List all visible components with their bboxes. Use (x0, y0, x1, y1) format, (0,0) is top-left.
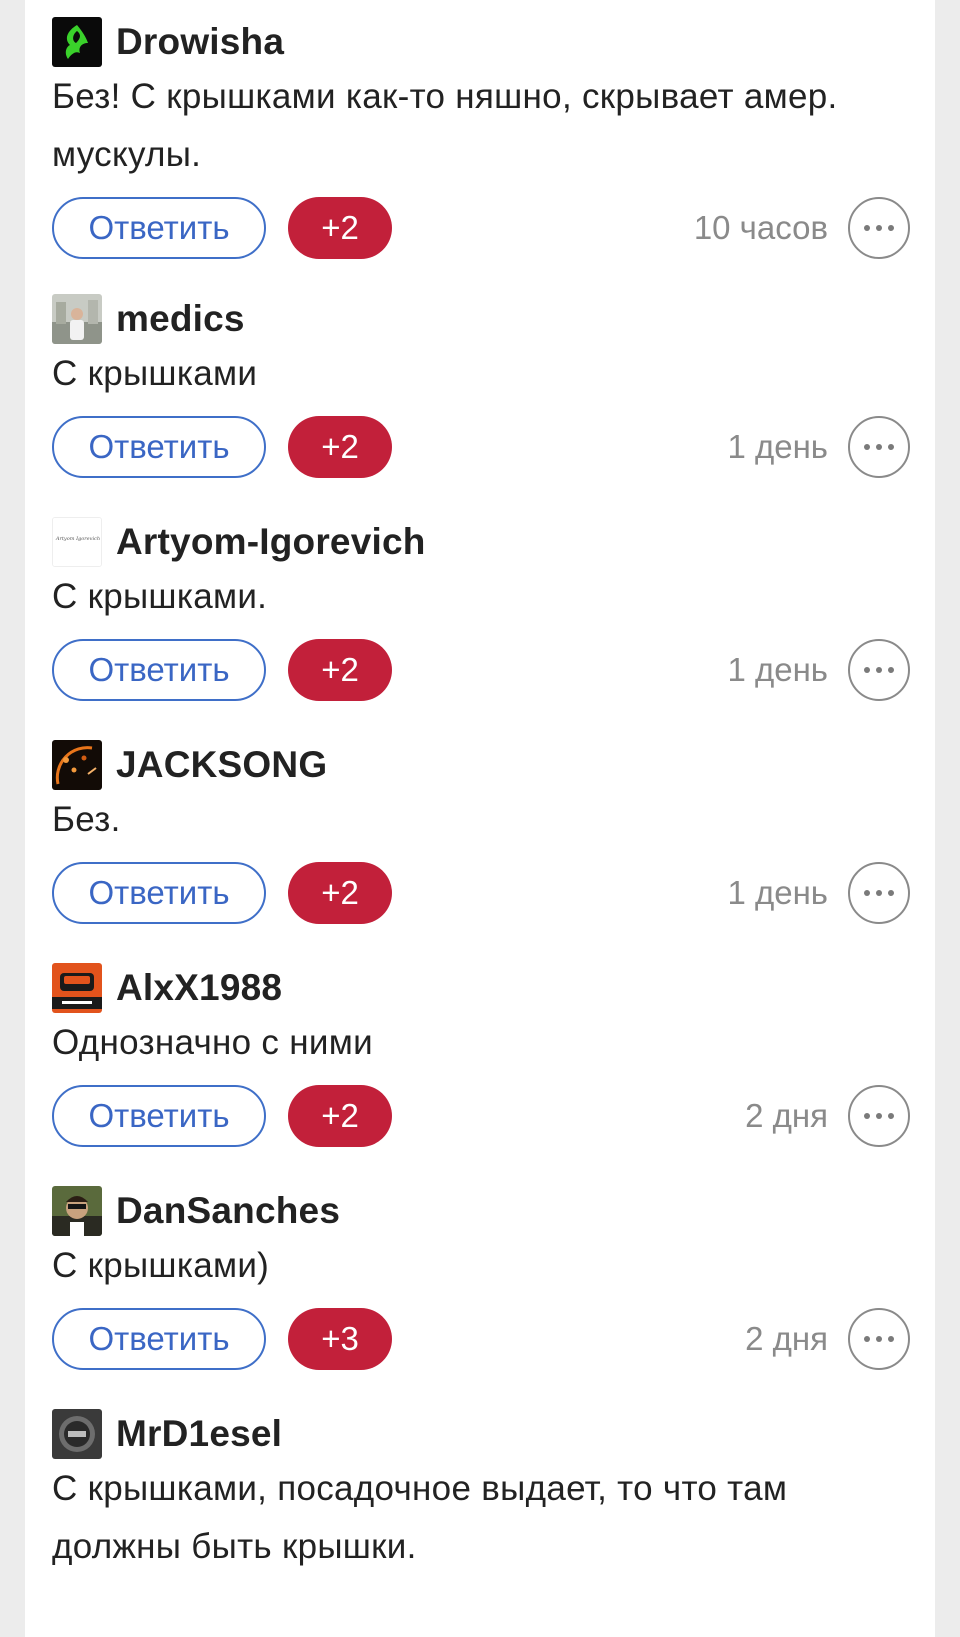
comment-item: AlxX1988 Однозначно с ними Ответить +2 2… (25, 962, 935, 1148)
comment-text: Однозначно с ними (52, 1023, 373, 1062)
comment-header: MrD1esel (52, 1408, 910, 1460)
comment-text: Без! С крышками как-то няшно, скрывает а… (52, 77, 838, 174)
comment-text: С крышками) (52, 1246, 270, 1285)
username[interactable]: DanSanches (116, 1190, 340, 1232)
comment-actions: Ответить +2 1 день (52, 638, 910, 702)
more-horizontal-icon[interactable] (848, 416, 910, 478)
person-photo-avatar[interactable] (52, 1186, 102, 1236)
more-horizontal-icon[interactable] (848, 197, 910, 259)
comment-header: Drowisha (52, 16, 910, 68)
comment-actions: Ответить +2 10 часов (52, 196, 910, 260)
more-horizontal-icon[interactable] (848, 862, 910, 924)
comment-actions: Ответить +2 2 дня (52, 1084, 910, 1148)
razer-logo-avatar[interactable] (52, 17, 102, 67)
comment-time: 1 день (727, 428, 828, 465)
comment-item: Drowisha Без! С крышками как-то няшно, с… (25, 16, 935, 260)
comment-text: С крышками (52, 354, 258, 393)
comment-header: DanSanches (52, 1185, 910, 1237)
comment-item: DanSanches С крышками) Ответить +3 2 дня (25, 1185, 935, 1371)
svg-text:Artyom Igorevich: Artyom Igorevich (55, 536, 100, 542)
score-badge[interactable]: +2 (288, 197, 392, 259)
comments-list: Drowisha Без! С крышками как-то няшно, с… (25, 0, 935, 1637)
score-badge[interactable]: +2 (288, 1085, 392, 1147)
comment-item: Artyom Igorevich Artyom-Igorevich С крыш… (25, 516, 935, 702)
comment-actions: Ответить +2 1 день (52, 415, 910, 479)
username[interactable]: Drowisha (116, 21, 284, 63)
comment-text: Без. (52, 800, 121, 839)
username[interactable]: JACKSONG (116, 744, 327, 786)
gauge-avatar[interactable] (52, 740, 102, 790)
score-badge[interactable]: +3 (288, 1308, 392, 1370)
comment-header: medics (52, 293, 910, 345)
more-horizontal-icon[interactable] (848, 1085, 910, 1147)
comment-item: MrD1esel С крышками, посадочное выдает, … (25, 1408, 935, 1576)
comment-time: 10 часов (693, 209, 828, 246)
more-horizontal-icon[interactable] (848, 1308, 910, 1370)
reply-button[interactable]: Ответить (52, 1085, 266, 1147)
comment-header: Artyom Igorevich Artyom-Igorevich (52, 516, 910, 568)
comment-header: JACKSONG (52, 739, 910, 791)
reply-button[interactable]: Ответить (52, 416, 266, 478)
more-horizontal-icon[interactable] (848, 639, 910, 701)
score-badge[interactable]: +2 (288, 416, 392, 478)
comment-text: С крышками. (52, 577, 268, 616)
comment-time: 2 дня (745, 1097, 828, 1134)
photo-avatar[interactable] (52, 294, 102, 344)
username[interactable]: medics (116, 298, 245, 340)
reply-button[interactable]: Ответить (52, 197, 266, 259)
signature-avatar[interactable]: Artyom Igorevich (52, 517, 102, 567)
badge-avatar[interactable] (52, 1409, 102, 1459)
reply-button[interactable]: Ответить (52, 639, 266, 701)
score-badge[interactable]: +2 (288, 862, 392, 924)
comment-time: 1 день (727, 874, 828, 911)
car-logo-avatar[interactable] (52, 963, 102, 1013)
comment-header: AlxX1988 (52, 962, 910, 1014)
username[interactable]: MrD1esel (116, 1413, 282, 1455)
comment-actions: Ответить +2 1 день (52, 861, 910, 925)
username[interactable]: AlxX1988 (116, 967, 282, 1009)
comment-item: JACKSONG Без. Ответить +2 1 день (25, 739, 935, 925)
comment-text: С крышками, посадочное выдает, то что та… (52, 1469, 788, 1566)
comment-time: 1 день (727, 651, 828, 688)
comment-item: medics С крышками Ответить +2 1 день (25, 293, 935, 479)
comment-actions: Ответить +3 2 дня (52, 1307, 910, 1371)
reply-button[interactable]: Ответить (52, 1308, 266, 1370)
comment-time: 2 дня (745, 1320, 828, 1357)
username[interactable]: Artyom-Igorevich (116, 521, 426, 563)
reply-button[interactable]: Ответить (52, 862, 266, 924)
score-badge[interactable]: +2 (288, 639, 392, 701)
